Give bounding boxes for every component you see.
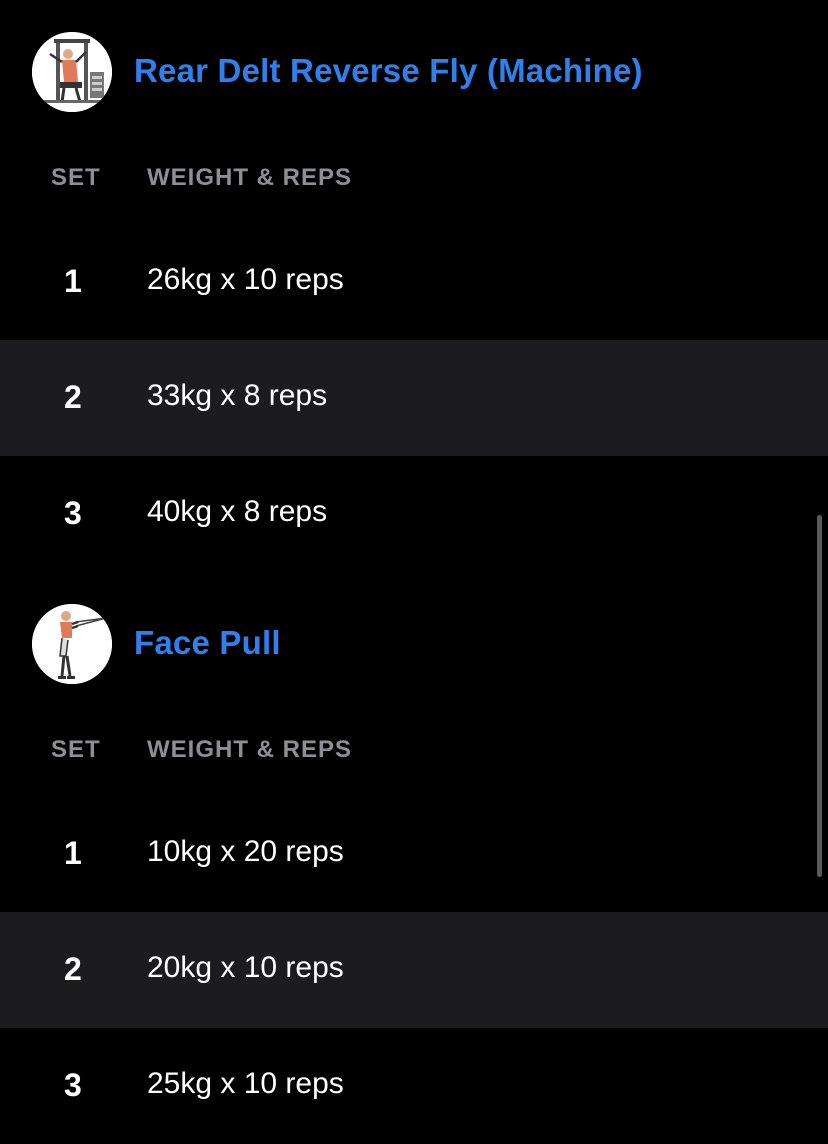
- weight-reps-column-header: WEIGHT & REPS: [147, 164, 353, 191]
- set-row[interactable]: 3 40kg x 8 reps: [0, 456, 828, 572]
- exercise-header[interactable]: Rear Delt Reverse Fly (Machine): [0, 32, 828, 112]
- rear-delt-machine-icon[interactable]: [32, 32, 112, 112]
- set-weight-reps: 25kg x 10 reps: [147, 1067, 344, 1100]
- set-row[interactable]: 2 20kg x 10 reps: [0, 912, 828, 1028]
- set-weight-reps: 40kg x 8 reps: [147, 495, 328, 528]
- weight-reps-column-header: WEIGHT & REPS: [147, 736, 353, 763]
- set-weight-reps: 26kg x 10 reps: [147, 263, 344, 296]
- set-weight-reps: 33kg x 8 reps: [147, 379, 328, 412]
- set-weight-reps: 10kg x 20 reps: [147, 835, 344, 868]
- set-row[interactable]: 3 25kg x 10 reps: [0, 1028, 828, 1144]
- scrollbar[interactable]: [817, 515, 822, 877]
- face-pull-icon[interactable]: [32, 604, 112, 684]
- set-row[interactable]: 1 10kg x 20 reps: [0, 796, 828, 912]
- set-column-header: SET: [51, 164, 101, 191]
- set-row[interactable]: 2 33kg x 8 reps: [0, 340, 828, 456]
- exercise-title[interactable]: Rear Delt Reverse Fly (Machine): [134, 52, 643, 90]
- set-row[interactable]: 1 26kg x 10 reps: [0, 224, 828, 340]
- set-column-header: SET: [51, 736, 101, 763]
- column-headers: SET WEIGHT & REPS: [0, 158, 828, 198]
- exercise-title[interactable]: Face Pull: [134, 624, 281, 662]
- column-headers: SET WEIGHT & REPS: [0, 730, 828, 770]
- set-weight-reps: 20kg x 10 reps: [147, 951, 344, 984]
- exercise-header[interactable]: Face Pull: [0, 604, 828, 684]
